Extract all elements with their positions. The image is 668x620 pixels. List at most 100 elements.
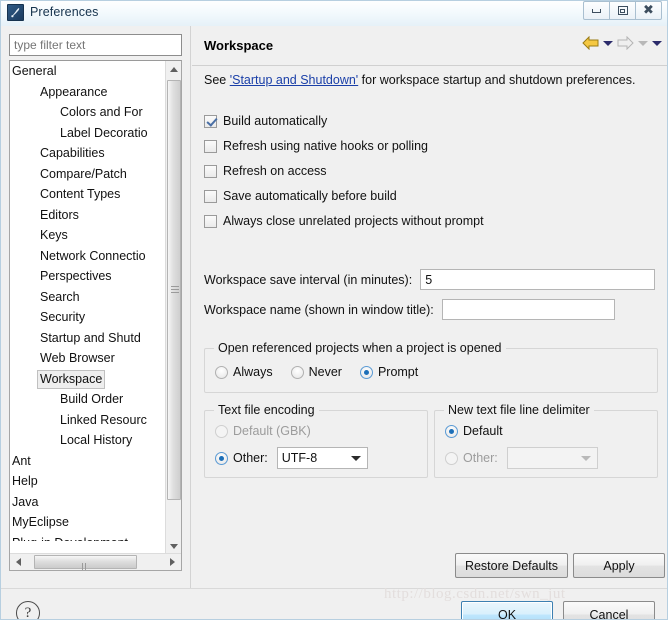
tree-item-myeclipse[interactable]: MyEclipse <box>10 512 167 533</box>
delimiter-other-indicator[interactable] <box>445 451 458 465</box>
horizontal-scrollbar-thumb[interactable] <box>34 555 137 570</box>
delimiter-default-indicator[interactable] <box>445 424 458 438</box>
tree-item-help[interactable]: Help <box>10 471 167 492</box>
tree-item-label-decoratio[interactable]: Label Decoratio <box>10 123 167 144</box>
radio-always-label: Always <box>233 365 273 379</box>
tree-item-capabilities[interactable]: Capabilities <box>10 143 167 164</box>
save-interval-row: Workspace save interval (in minutes): <box>204 269 656 290</box>
tree-item-label: Linked Resourc <box>60 412 147 427</box>
header-divider <box>192 65 668 66</box>
checkbox-row-refresh-on-access[interactable]: Refresh on access <box>204 164 327 178</box>
encoding-default-label: Default (GBK) <box>233 424 311 438</box>
tree-item-linked-resourc[interactable]: Linked Resourc <box>10 410 167 431</box>
scroll-up-arrow-icon[interactable] <box>166 61 181 78</box>
encoding-other-indicator[interactable] <box>215 451 228 465</box>
tree-item-perspectives[interactable]: Perspectives <box>10 266 167 287</box>
watermark-text: http://blog.csdn.net/swn_jut <box>384 586 566 602</box>
checkbox-indicator[interactable] <box>204 164 217 178</box>
workspace-name-input[interactable] <box>441 299 615 320</box>
tree-item-compare-patch[interactable]: Compare/Patch <box>10 164 167 185</box>
tree-item-local-history[interactable]: Local History <box>10 430 167 451</box>
cancel-button[interactable]: Cancel <box>563 601 655 620</box>
workspace-name-label: Workspace name (shown in window title): <box>204 302 434 317</box>
checkbox-row-build-automatically[interactable]: Build automatically <box>204 114 327 128</box>
checkbox-label: Refresh on access <box>223 164 327 178</box>
tree-item-appearance[interactable]: Appearance <box>10 82 167 103</box>
referenced-projects-options: Always Never Prompt <box>215 365 436 379</box>
tree-item-web-browser[interactable]: Web Browser <box>10 348 167 369</box>
encoding-default-indicator[interactable] <box>215 424 228 438</box>
apply-button[interactable]: Apply <box>573 553 665 578</box>
vertical-scrollbar-thumb[interactable] <box>167 80 181 500</box>
tree-item-label: Ant <box>12 453 31 468</box>
preferences-icon <box>7 4 24 21</box>
scroll-right-arrow-icon[interactable] <box>164 554 181 570</box>
chevron-down-icon[interactable] <box>350 455 361 461</box>
restore-button[interactable] <box>609 1 636 20</box>
delimiter-default-row[interactable]: Default <box>445 424 503 438</box>
tree-item-java[interactable]: Java <box>10 492 167 513</box>
tree-item-plug-in-development[interactable]: Plug-in Development <box>10 533 167 542</box>
scroll-left-arrow-icon[interactable] <box>10 554 27 570</box>
tree-item-keys[interactable]: Keys <box>10 225 167 246</box>
minimize-button[interactable] <box>583 1 610 20</box>
window-controls: ✖ <box>583 1 662 20</box>
tree-item-label: Editors <box>40 207 79 222</box>
save-interval-input[interactable] <box>420 269 656 290</box>
radio-never-label: Never <box>308 365 342 379</box>
tree-item-label: MyEclipse <box>12 515 69 529</box>
radio-always-indicator[interactable] <box>215 365 228 379</box>
tree-item-ant[interactable]: Ant <box>10 451 167 472</box>
text-file-encoding-group: Text file encoding Default (GBK) Other: … <box>204 403 428 478</box>
save-interval-label: Workspace save interval (in minutes): <box>204 272 413 287</box>
checkbox-indicator[interactable] <box>204 139 217 153</box>
tree-item-build-order[interactable]: Build Order <box>10 389 167 410</box>
tree-item-security[interactable]: Security <box>10 307 167 328</box>
delimiter-combobox <box>506 447 598 469</box>
tree-vertical-scrollbar[interactable] <box>165 61 181 555</box>
help-icon[interactable]: ? <box>16 601 40 620</box>
close-button[interactable]: ✖ <box>635 1 662 20</box>
checkbox-label: Save automatically before build <box>223 189 397 203</box>
radio-never[interactable]: Never <box>290 365 342 379</box>
back-dropdown-caret-icon[interactable] <box>603 40 613 46</box>
tree-item-label: Java <box>12 494 39 509</box>
encoding-combobox[interactable]: UTF-8 <box>276 447 368 469</box>
forward-arrow-icon <box>617 36 634 50</box>
tree-item-startup-and-shutd[interactable]: Startup and Shutd <box>10 328 167 349</box>
restore-defaults-button[interactable]: Restore Defaults <box>455 553 568 578</box>
tree-item-label: Plug-in Development <box>10 533 130 542</box>
radio-always[interactable]: Always <box>215 365 273 379</box>
tree-item-colors-and-for[interactable]: Colors and For <box>10 102 167 123</box>
radio-never-indicator[interactable] <box>290 365 304 379</box>
checkbox-indicator[interactable] <box>204 189 217 203</box>
tree-horizontal-scrollbar[interactable] <box>10 553 181 570</box>
forward-dropdown-caret-icon <box>638 40 648 46</box>
filter-input[interactable] <box>9 34 182 56</box>
encoding-default-row[interactable]: Default (GBK) <box>215 424 311 438</box>
radio-prompt-indicator[interactable] <box>359 365 373 379</box>
ok-button[interactable]: OK <box>461 601 553 620</box>
delimiter-other-row: Other: <box>445 447 598 469</box>
checkbox-indicator[interactable] <box>204 114 217 128</box>
tree-item-network-connectio[interactable]: Network Connectio <box>10 246 167 267</box>
startup-shutdown-link[interactable]: 'Startup and Shutdown' <box>230 73 358 87</box>
radio-prompt[interactable]: Prompt <box>359 365 418 379</box>
tree-item-workspace[interactable]: Workspace <box>10 369 167 390</box>
tree-item-general[interactable]: General <box>10 61 167 82</box>
back-arrow-icon[interactable] <box>582 36 599 50</box>
checkbox-row-save-automatically-before-build[interactable]: Save automatically before build <box>204 189 397 203</box>
window-title: Preferences <box>30 5 99 19</box>
preferences-tree[interactable]: General Appearance Colors and For Label Dec… <box>9 60 182 571</box>
tree-item-search[interactable]: Search <box>10 287 167 308</box>
tree-item-content-types[interactable]: Content Types <box>10 184 167 205</box>
intro-text: See 'Startup and Shutdown' for workspace… <box>204 73 635 87</box>
view-menu-caret-icon[interactable] <box>652 40 662 46</box>
checkbox-row-always-close-unrelated-projects-without-prompt[interactable]: Always close unrelated projects without … <box>204 214 484 228</box>
checkbox-row-refresh-using-native-hooks-or-polling[interactable]: Refresh using native hooks or polling <box>204 139 428 153</box>
checkbox-label: Always close unrelated projects without … <box>223 214 484 228</box>
checkbox-indicator[interactable] <box>204 214 217 228</box>
encoding-other-row: Other: UTF-8 <box>215 447 368 469</box>
tree-item-editors[interactable]: Editors <box>10 205 167 226</box>
tree-item-label: Keys <box>40 228 68 242</box>
